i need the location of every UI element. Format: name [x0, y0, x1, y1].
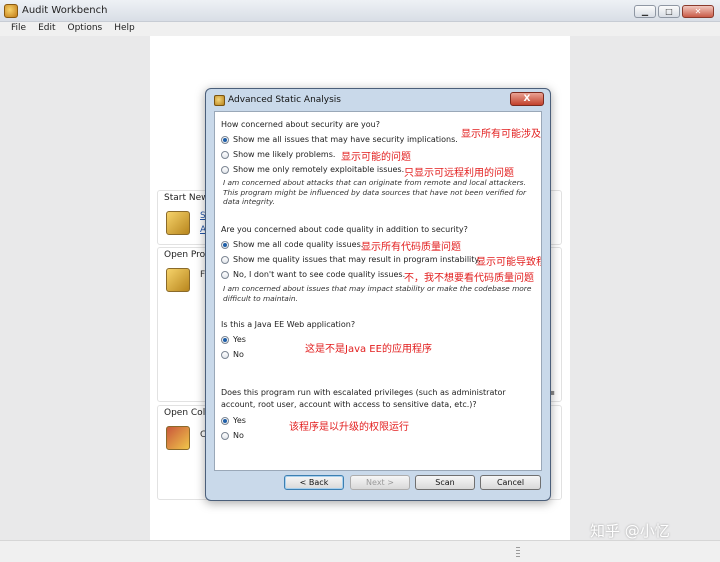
annotation-quality-none: 不，我不想要看代码质量问题	[404, 273, 534, 284]
quality-option-instability-label: Show me quality issues that may result i…	[233, 255, 481, 264]
open-project-title: Open Proj	[164, 250, 208, 260]
privileges-option-no[interactable]: No	[221, 431, 244, 440]
annotation-security-remote: 只显示可远程利用的问题	[404, 168, 514, 179]
quality-note: I am concerned about issues that may imp…	[223, 284, 532, 303]
minimize-button[interactable]: ▁	[634, 5, 656, 18]
dialog-title-bar[interactable]: Advanced Static Analysis X	[206, 89, 550, 111]
javaee-question: Is this a Java EE Web application?	[221, 320, 356, 329]
maximize-button[interactable]: □	[658, 5, 680, 18]
annotation-quality-instability: 显示可能导致程序不稳定的质量问题	[476, 257, 541, 268]
watermark: 知乎 @小忆	[590, 522, 670, 540]
security-question: How concerned about security are you?	[221, 120, 380, 129]
radio-icon[interactable]	[221, 350, 229, 359]
dialog-body: How concerned about security are you? Sh…	[214, 111, 542, 471]
security-option-remote[interactable]: Show me only remotely exploitable issues…	[221, 165, 404, 174]
project-file-icon	[166, 268, 190, 292]
radio-selected-icon[interactable]	[221, 335, 229, 344]
menu-bar: File Edit Options Help	[0, 22, 720, 36]
security-option-all-label: Show me all issues that may have securit…	[233, 135, 458, 144]
security-note: I am concerned about attacks that can or…	[223, 178, 527, 207]
javaee-option-yes[interactable]: Yes	[221, 335, 246, 344]
quality-option-all-label: Show me all code quality issues.	[233, 240, 364, 249]
quality-option-none-label: No, I don't want to see code quality iss…	[233, 270, 406, 279]
privileges-question-line-2: account, root user, account with access …	[221, 400, 477, 409]
security-option-likely[interactable]: Show me likely problems.	[221, 150, 335, 159]
privileges-question-line-1: Does this program run with escalated pri…	[221, 388, 506, 397]
privileges-option-no-label: No	[233, 431, 244, 440]
radio-icon[interactable]	[221, 255, 229, 264]
advanced-static-analysis-dialog: Advanced Static Analysis X How concerned…	[205, 88, 551, 501]
quality-option-instability[interactable]: Show me quality issues that may result i…	[221, 255, 481, 264]
privileges-option-yes[interactable]: Yes	[221, 416, 246, 425]
menu-options[interactable]: Options	[67, 22, 104, 36]
security-option-likely-label: Show me likely problems.	[233, 150, 336, 159]
security-option-all[interactable]: Show me all issues that may have securit…	[221, 135, 458, 144]
close-button[interactable]: ✕	[682, 5, 714, 18]
radio-selected-icon[interactable]	[221, 416, 229, 425]
dialog-title: Advanced Static Analysis	[228, 95, 341, 105]
start-new-title: Start New	[164, 193, 209, 203]
back-button[interactable]: < Back	[284, 475, 344, 490]
resize-grip[interactable]	[516, 547, 520, 557]
title-bar: Audit Workbench ▁ □ ✕	[0, 0, 720, 22]
annotation-javaee: 这是不是Java EE的应用程序	[305, 344, 432, 355]
quality-option-all[interactable]: Show me all code quality issues.	[221, 240, 363, 249]
radio-icon[interactable]	[221, 165, 229, 174]
quality-question: Are you concerned about code quality in …	[221, 225, 468, 234]
javaee-option-no-label: No	[233, 350, 244, 359]
app-icon	[4, 4, 18, 18]
radio-icon[interactable]	[221, 150, 229, 159]
radio-icon[interactable]	[221, 270, 229, 279]
annotation-privileges: 该程序是以升级的权限运行	[289, 422, 409, 433]
radio-selected-icon[interactable]	[221, 135, 229, 144]
radio-icon[interactable]	[221, 431, 229, 440]
security-option-remote-label: Show me only remotely exploitable issues…	[233, 165, 405, 174]
cancel-button[interactable]: Cancel	[480, 475, 541, 490]
annotation-quality-all: 显示所有代码质量问题	[361, 242, 461, 253]
javaee-option-yes-label: Yes	[233, 335, 246, 344]
window-controls: ▁ □ ✕	[634, 5, 714, 18]
menu-file[interactable]: File	[10, 22, 27, 36]
next-button[interactable]: Next >	[350, 475, 410, 490]
scan-button[interactable]: Scan	[415, 475, 475, 490]
dialog-app-icon	[214, 95, 225, 106]
menu-help[interactable]: Help	[113, 22, 136, 36]
wrench-gear-icon	[166, 211, 190, 235]
window-title: Audit Workbench	[22, 5, 108, 16]
collaboration-icon	[166, 426, 190, 450]
annotation-security-likely: 显示可能的问题	[341, 152, 411, 163]
quality-option-none[interactable]: No, I don't want to see code quality iss…	[221, 270, 405, 279]
annotation-security-all: 显示所有可能涉及安全的问题	[461, 129, 541, 140]
status-bar	[0, 540, 720, 562]
menu-edit[interactable]: Edit	[37, 22, 56, 36]
radio-selected-icon[interactable]	[221, 240, 229, 249]
privileges-option-yes-label: Yes	[233, 416, 246, 425]
dialog-close-button[interactable]: X	[510, 92, 544, 106]
javaee-option-no[interactable]: No	[221, 350, 244, 359]
